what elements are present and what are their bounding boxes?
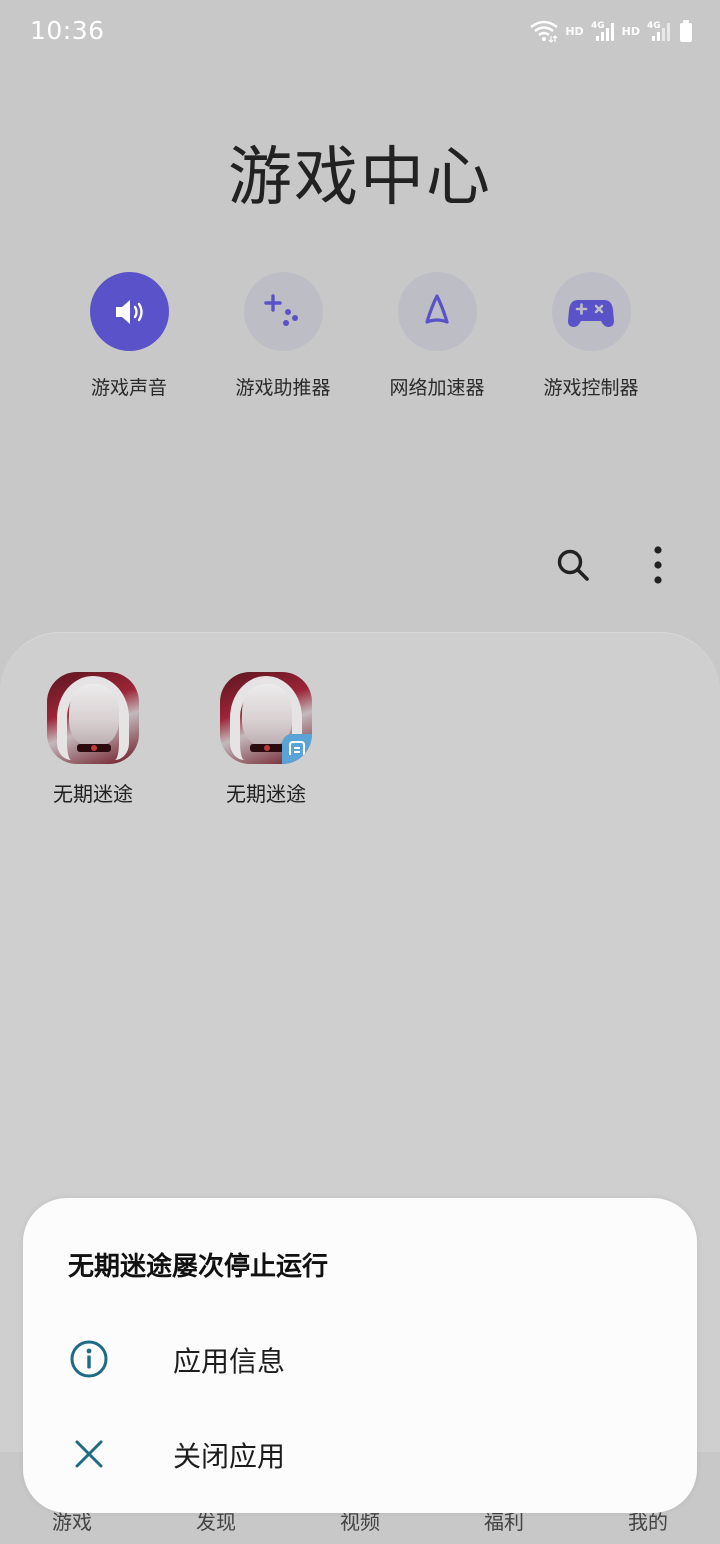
gamepad-icon [568, 299, 614, 327]
svg-text:4G: 4G [647, 21, 661, 31]
more-options-button[interactable] [638, 545, 678, 585]
game-app-icon[interactable] [47, 672, 139, 764]
rocket-icon [425, 293, 449, 324]
page-title: 游戏中心 [228, 141, 492, 215]
game-item[interactable]: 无期迷途 [28, 672, 158, 812]
game-label: 无期迷途 [226, 782, 306, 806]
hd-label: HD [565, 24, 584, 38]
shortcut-row: 游戏声音 游戏助推器 网络加速器 游戏控制器 [52, 272, 668, 402]
hd-label: HD [621, 24, 640, 38]
dual-app-badge-icon [282, 734, 312, 764]
close-app-label: 关闭应用 [173, 1440, 286, 1473]
info-icon [68, 1338, 110, 1380]
signal-icon: 4G [591, 21, 614, 41]
more-vertical-icon [654, 546, 662, 584]
shortcut-game-sound[interactable]: 游戏声音 [52, 272, 206, 402]
speaker-icon [116, 299, 143, 324]
shortcut-network-accelerator[interactable]: 网络加速器 [360, 272, 514, 402]
status-bar: 10:36 HD 4G HD 4G [0, 0, 720, 60]
app-crash-dialog: 无期迷途屡次停止运行 应用信息 关闭应用 [23, 1198, 697, 1513]
shortcut-label: 网络加速器 [389, 377, 485, 399]
status-icons: HD 4G HD 4G [529, 18, 694, 44]
game-app-icon[interactable] [220, 672, 312, 764]
booster-icon [264, 293, 298, 326]
shortcut-game-controller[interactable]: 游戏控制器 [514, 272, 668, 402]
shortcut-game-booster[interactable]: 游戏助推器 [206, 272, 360, 402]
wifi-icon [530, 20, 559, 43]
shortcut-label: 游戏控制器 [543, 377, 639, 399]
game-label: 无期迷途 [53, 782, 133, 806]
dialog-title: 无期迷途屡次停止运行 [68, 1252, 329, 1282]
app-info-option[interactable]: 应用信息 [23, 1318, 697, 1398]
shortcut-label: 游戏声音 [90, 377, 167, 399]
battery-icon [680, 20, 692, 42]
signal-icon: 4G [647, 21, 670, 41]
shortcut-circle[interactable] [551, 272, 631, 351]
svg-text:4G: 4G [591, 21, 605, 31]
search-button[interactable] [553, 545, 593, 585]
shortcut-circle[interactable] [397, 272, 477, 351]
shortcut-label: 游戏助推器 [235, 377, 331, 399]
game-item[interactable]: 无期迷途 [201, 672, 331, 812]
status-time: 10:36 [30, 16, 105, 45]
shortcut-circle[interactable] [243, 272, 323, 351]
shortcut-circle[interactable] [89, 272, 169, 351]
close-icon [68, 1433, 110, 1475]
search-icon [557, 549, 589, 581]
close-app-option[interactable]: 关闭应用 [23, 1413, 697, 1493]
app-info-label: 应用信息 [173, 1345, 286, 1378]
